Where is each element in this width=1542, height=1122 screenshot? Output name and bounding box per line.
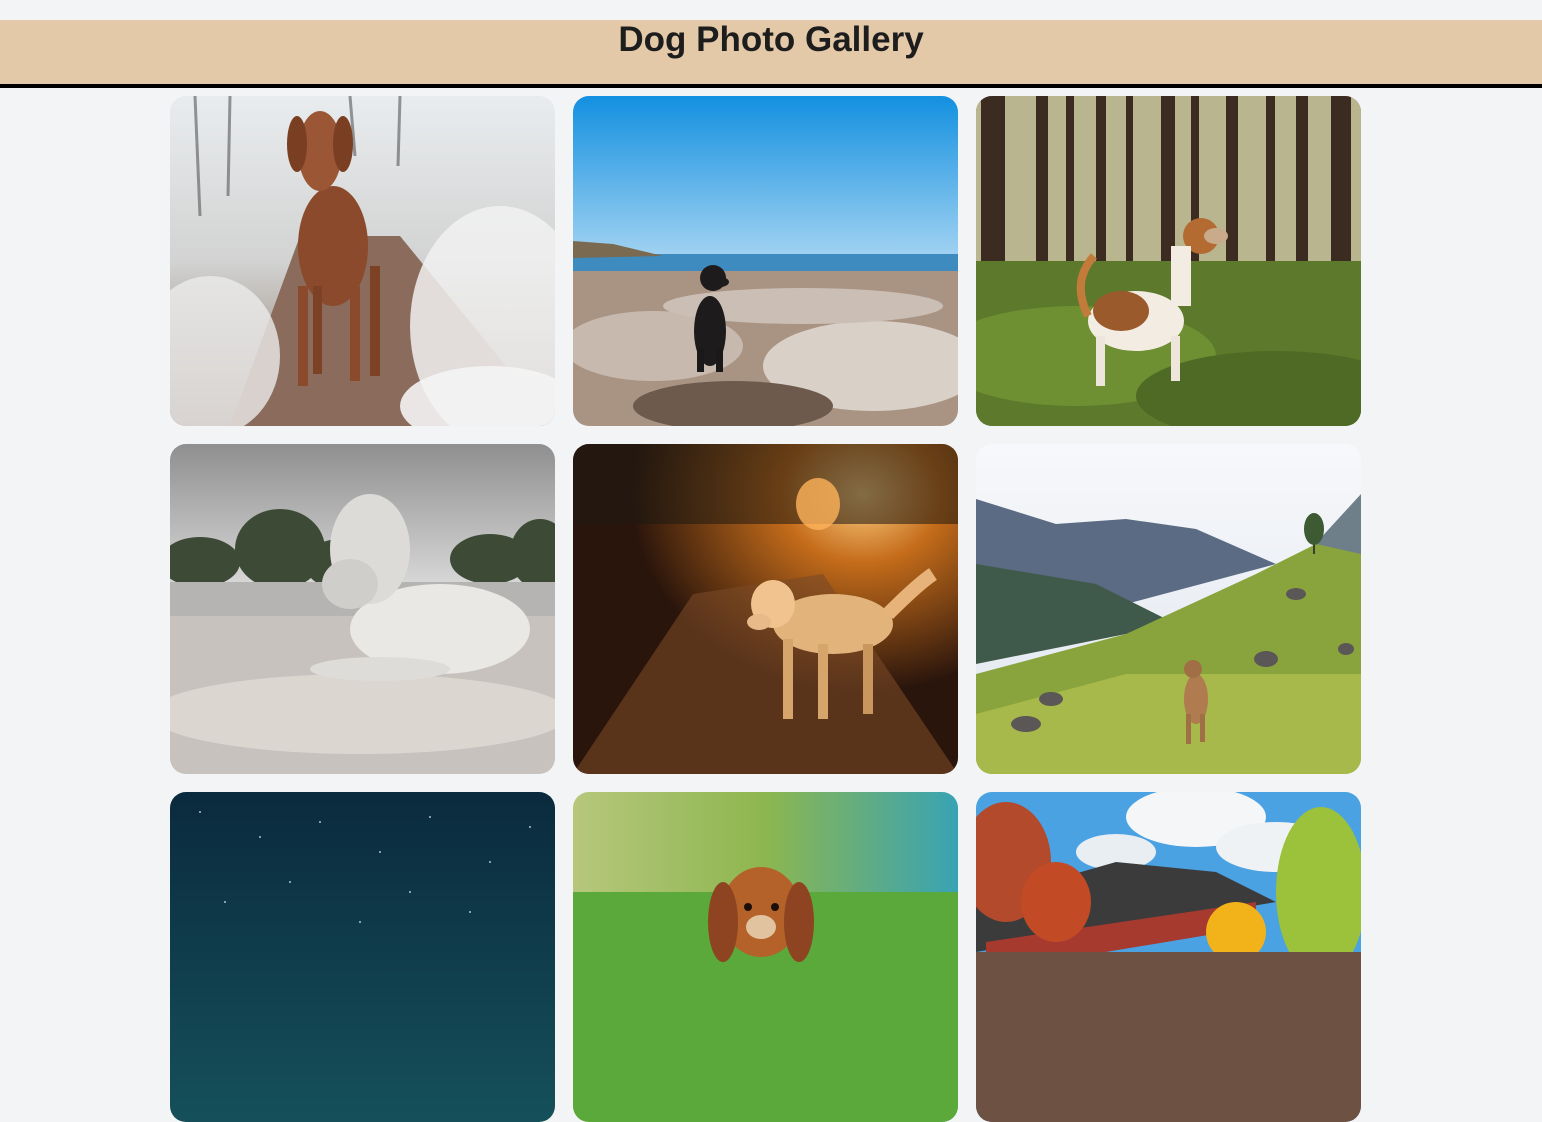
gallery-photo-5[interactable] xyxy=(573,444,958,774)
photo-white-dog-beach xyxy=(170,444,555,774)
photo-starry-sky xyxy=(170,792,555,1122)
photo-golden-retriever-sunset xyxy=(573,444,958,774)
photo-temple-autumn xyxy=(976,792,1361,1122)
page-header: Dog Photo Gallery xyxy=(0,20,1542,88)
gallery-photo-1[interactable] xyxy=(170,96,555,426)
photo-vizsla-frost xyxy=(170,96,555,426)
gallery-photo-4[interactable] xyxy=(170,444,555,774)
gallery-photo-7[interactable] xyxy=(170,792,555,1122)
gallery-photo-2[interactable] xyxy=(573,96,958,426)
photo-gallery xyxy=(170,96,1361,1122)
gallery-photo-9[interactable] xyxy=(976,792,1361,1122)
photo-terrier-forest xyxy=(976,96,1361,426)
gallery-photo-3[interactable] xyxy=(976,96,1361,426)
gallery-photo-8[interactable] xyxy=(573,792,958,1122)
photo-spaniel-grass xyxy=(573,792,958,1122)
photo-dog-mountain-meadow xyxy=(976,444,1361,774)
gallery-photo-6[interactable] xyxy=(976,444,1361,774)
photo-black-dog-shore xyxy=(573,96,958,426)
page-title: Dog Photo Gallery xyxy=(618,20,924,59)
